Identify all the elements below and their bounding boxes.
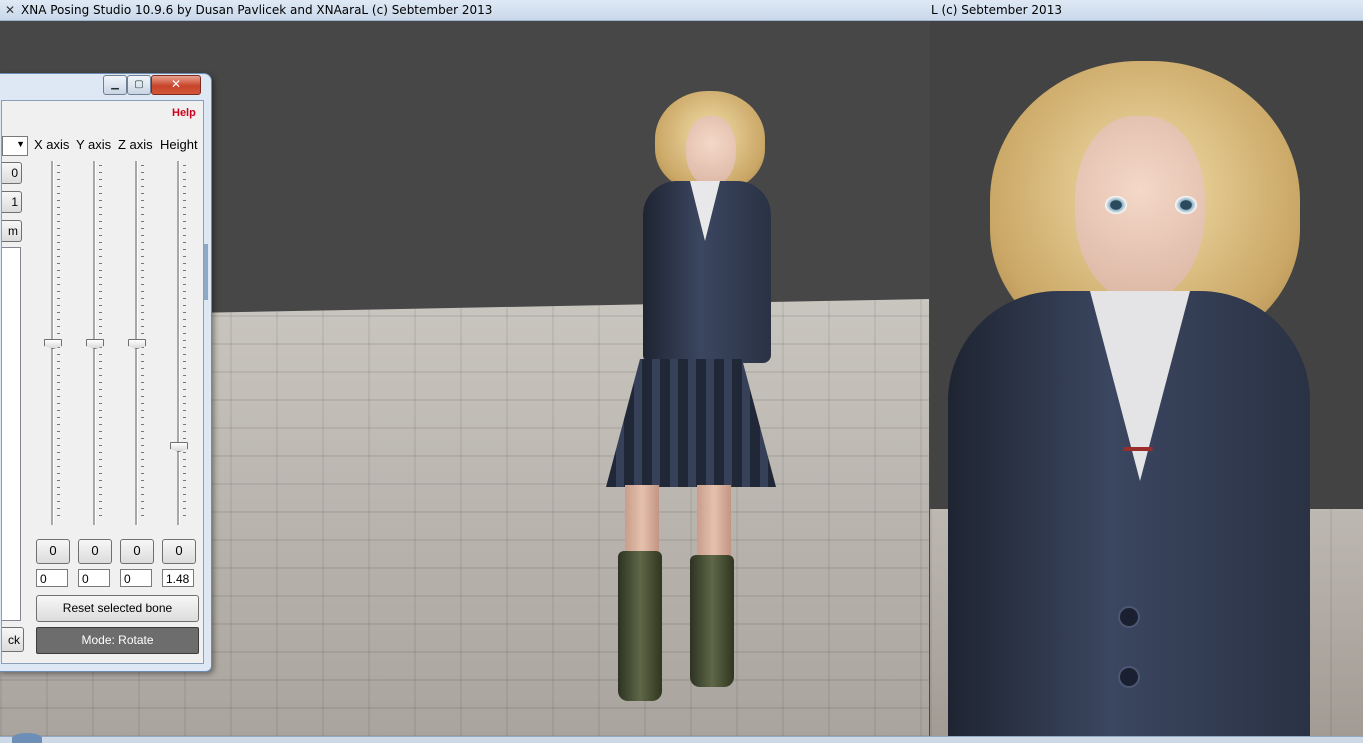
side-button-back[interactable]: ck: [2, 627, 24, 652]
x-axis-slider[interactable]: [42, 161, 62, 525]
side-button-3[interactable]: m: [2, 220, 22, 242]
posing-tool-window[interactable]: ▁ ▢ ✕ Help ▼ X axis Y axis Z axis Height…: [0, 73, 212, 672]
x-axis-input[interactable]: 0: [36, 569, 68, 587]
close-button[interactable]: ✕: [151, 75, 201, 95]
tool-window-titlebar[interactable]: ▁ ▢ ✕: [0, 74, 211, 98]
z-axis-slider[interactable]: [126, 161, 146, 525]
main-window-titlebar[interactable]: ✕ XNA Posing Studio 10.9.6 by Dusan Pavli…: [0, 0, 929, 21]
y-axis-value-button[interactable]: 0: [78, 539, 112, 564]
z-axis-value-button[interactable]: 0: [120, 539, 154, 564]
side-button-2[interactable]: 1: [2, 191, 22, 213]
slider-track: [177, 161, 180, 525]
side-button-1[interactable]: 0: [2, 162, 22, 184]
column-header-z-axis: Z axis: [118, 137, 153, 152]
closeup-right-eye: [1175, 196, 1197, 214]
closeup-jacket-button-1: [1118, 606, 1140, 628]
secondary-window-title: L (c) Sebtember 2013: [931, 3, 1062, 17]
x-axis-value-button[interactable]: 0: [36, 539, 70, 564]
column-header-x-axis: X axis: [34, 137, 70, 152]
character-left-leg: [625, 485, 659, 555]
height-input[interactable]: 1.48: [162, 569, 194, 587]
secondary-window-titlebar[interactable]: L (c) Sebtember 2013: [929, 0, 1363, 21]
closeup-left-eye: [1105, 196, 1127, 214]
height-value-button[interactable]: 0: [162, 539, 196, 564]
character-right-boot: [690, 555, 734, 687]
column-header-height: Height: [160, 137, 198, 152]
help-menu[interactable]: Help: [172, 107, 196, 119]
tool-window-client: Help ▼ X axis Y axis Z axis Height 0 1 m: [1, 100, 204, 664]
character-face: [686, 116, 736, 186]
character-left-boot: [618, 551, 662, 701]
bone-select-dropdown[interactable]: ▼: [2, 136, 28, 156]
column-header-y-axis: Y axis: [76, 137, 112, 152]
closeup-jacket-button-2: [1118, 666, 1140, 688]
z-axis-input[interactable]: 0: [120, 569, 152, 587]
window-edge-scrollbar[interactable]: [204, 244, 208, 300]
bone-list-box[interactable]: [2, 247, 21, 621]
mode-rotate-button[interactable]: Mode: Rotate: [36, 627, 199, 654]
app-x-icon: ✕: [4, 3, 16, 17]
scene-viewport-closeup[interactable]: [930, 21, 1363, 737]
minimize-button[interactable]: ▁: [103, 75, 127, 95]
y-axis-input[interactable]: 0: [78, 569, 110, 587]
slider-ticks: [183, 165, 186, 521]
character-right-leg: [697, 485, 731, 557]
height-slider[interactable]: [168, 161, 188, 525]
reset-selected-bone-button[interactable]: Reset selected bone: [36, 595, 199, 622]
maximize-button[interactable]: ▢: [127, 75, 151, 95]
main-window-title: XNA Posing Studio 10.9.6 by Dusan Pavlic…: [21, 3, 493, 17]
y-axis-slider[interactable]: [84, 161, 104, 525]
chevron-down-icon[interactable]: ▼: [16, 139, 25, 149]
